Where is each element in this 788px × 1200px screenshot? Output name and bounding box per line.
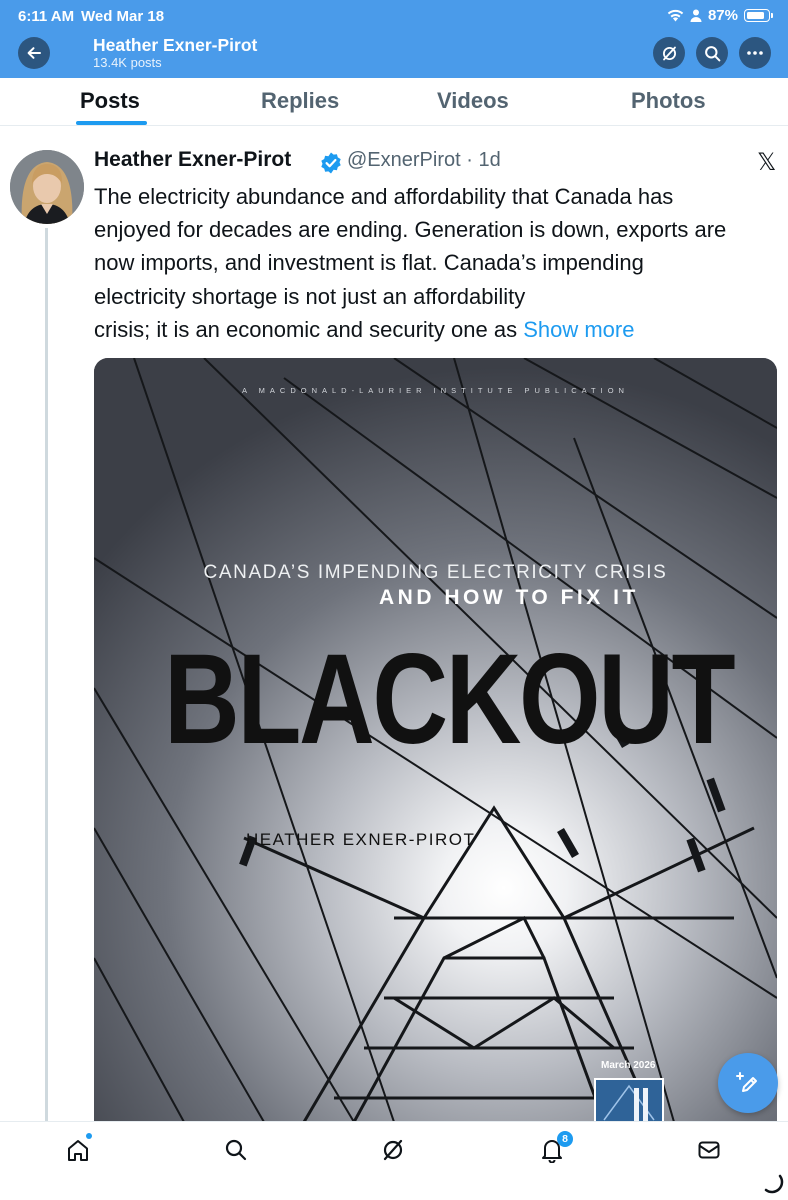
profile-tabs: Posts Replies Videos Photos xyxy=(0,78,788,126)
status-date: Wed Mar 18 xyxy=(81,8,165,25)
arrow-left-icon xyxy=(27,47,41,59)
tab-replies[interactable]: Replies xyxy=(261,88,339,114)
grok-icon xyxy=(662,46,676,60)
cover-subtitle: CANADA’S IMPENDING ELECTRICITY CRISIS xyxy=(203,562,668,583)
compose-plus-icon xyxy=(736,1072,757,1092)
cover-date: March 2026 xyxy=(601,1060,656,1071)
profile-name: Heather Exner-Pirot xyxy=(93,35,258,55)
cover-subtitle-bold: AND HOW TO FIX IT xyxy=(379,586,639,609)
cover-title: BLACKOUT xyxy=(164,628,736,771)
person-icon xyxy=(690,9,702,22)
thread-line xyxy=(45,228,48,1123)
x-logo-icon: 𝕏 xyxy=(757,149,777,176)
mail-icon xyxy=(698,1141,720,1159)
cover-author: HEATHER EXNER-PIROT xyxy=(246,830,476,849)
verified-badge-icon xyxy=(319,151,343,180)
tab-videos[interactable]: Videos xyxy=(437,88,509,114)
tweet-text-line-part: crisis; it is an economic and security o… xyxy=(94,316,524,342)
search-icon xyxy=(225,1139,247,1161)
tweet-media-image[interactable]: A MACDONALD-LAURIER INSTITUTE PUBLICATIO… xyxy=(94,358,777,1122)
profile-header-bar: 6:11 AM Wed Mar 18 87% Heather Exner-Pir… xyxy=(0,0,788,78)
grok-button[interactable] xyxy=(653,37,685,69)
home-unread-dot xyxy=(86,1133,92,1139)
nav-home[interactable] xyxy=(63,1135,93,1165)
notifications-badge: 8 xyxy=(557,1131,573,1147)
bottom-navigation: 8 xyxy=(0,1121,788,1200)
search-button[interactable] xyxy=(696,37,728,69)
more-dots-icon xyxy=(747,51,763,55)
institute-logo xyxy=(594,1078,664,1122)
more-button[interactable] xyxy=(739,37,771,69)
tab-photos[interactable]: Photos xyxy=(631,88,706,114)
tweet-text-line: electricity shortage is not just an affo… xyxy=(94,283,526,309)
tweet-text-line: The electricity abundance and affordabil… xyxy=(94,184,674,209)
tweet-text-line: now imports, and investment is flat. Can… xyxy=(94,250,644,276)
posts-count: 13.4K posts xyxy=(93,55,162,70)
wifi-icon xyxy=(667,9,684,22)
tweet-text-line: crisis; it is an economic and security o… xyxy=(94,313,776,346)
grok-icon xyxy=(383,1139,403,1161)
tweet-text: The electricity abundance and affordabil… xyxy=(94,180,776,346)
home-icon xyxy=(68,1140,88,1161)
back-button[interactable] xyxy=(18,37,50,69)
cover-publisher: A MACDONALD-LAURIER INSTITUTE PUBLICATIO… xyxy=(242,386,629,395)
tweet-text-line: enjoyed for decades are ending. Generati… xyxy=(94,217,727,243)
active-tab-indicator xyxy=(76,121,147,125)
author-handle[interactable]: @ExnerPirot · 1d xyxy=(347,149,501,172)
compose-button[interactable] xyxy=(718,1053,778,1113)
nav-grok[interactable] xyxy=(378,1135,408,1165)
nav-search[interactable] xyxy=(221,1135,251,1165)
loading-spinner-icon xyxy=(764,1174,784,1194)
battery-icon xyxy=(744,9,773,22)
search-icon xyxy=(704,45,720,61)
avatar[interactable] xyxy=(10,150,84,224)
status-indicators: 87% xyxy=(667,7,773,24)
tab-posts[interactable]: Posts xyxy=(80,88,140,114)
show-more-link[interactable]: Show more xyxy=(523,317,634,342)
author-name[interactable]: Heather Exner-Pirot xyxy=(94,148,291,172)
nav-messages[interactable] xyxy=(694,1135,724,1165)
battery-percent: 87% xyxy=(707,7,738,24)
status-time: 6:11 AM xyxy=(18,8,75,25)
